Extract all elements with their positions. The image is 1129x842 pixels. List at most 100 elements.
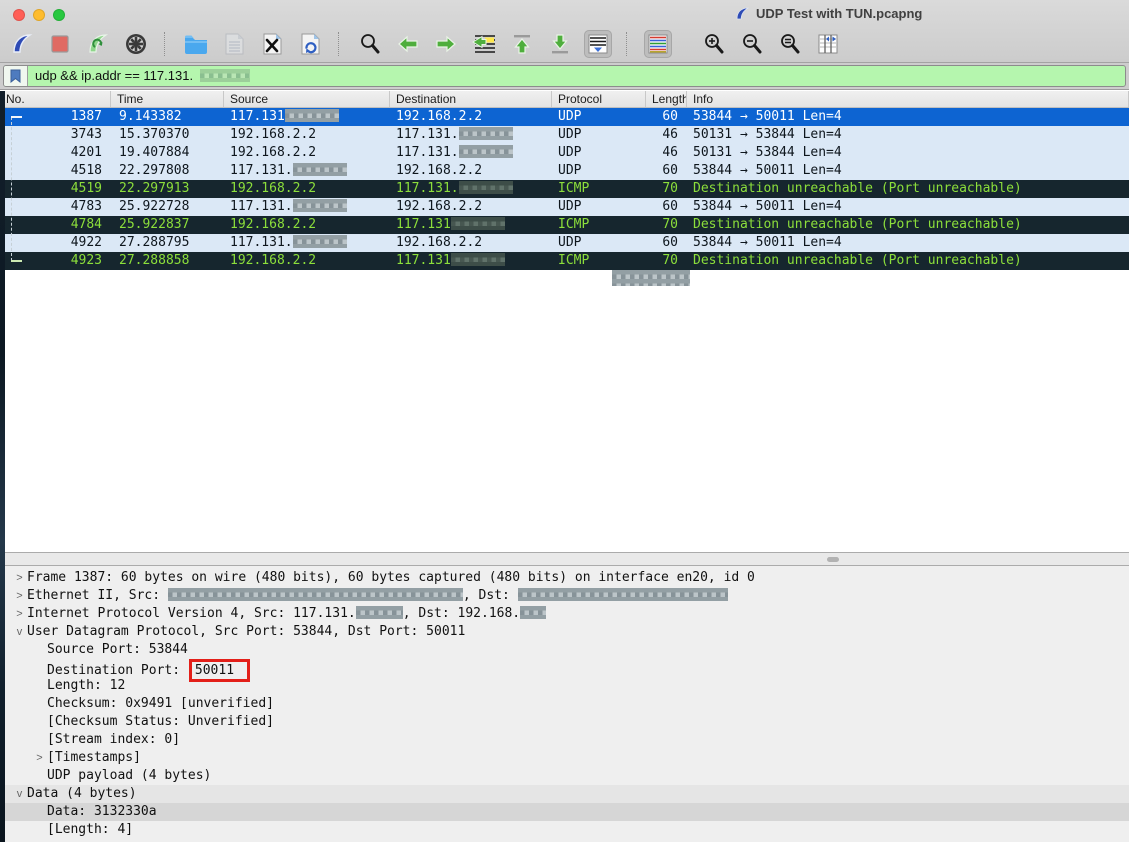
expand-chevron-icon[interactable]: v: [12, 785, 27, 803]
display-filter-input[interactable]: udp && ip.addr == 117.131.: [28, 66, 200, 86]
go-first-packet-button[interactable]: [508, 30, 536, 58]
packet-row[interactable]: 478325.922728117.131.192.168.2.2UDP60538…: [0, 198, 1129, 216]
go-to-packet-button[interactable]: [470, 30, 498, 58]
zoom-reset-button[interactable]: [776, 30, 804, 58]
detail-line[interactable]: Destination Port: 50011: [0, 659, 1129, 677]
cell-no: 4922: [0, 234, 111, 252]
related-packets-line: [11, 117, 12, 261]
cell-time: 15.370370: [111, 126, 224, 144]
detail-line[interactable]: >[Timestamps]: [0, 749, 1129, 767]
cell-time: 9.143382: [111, 108, 224, 126]
column-header-protocol[interactable]: Protocol: [552, 91, 646, 107]
detail-text: [Stream index: 0]: [47, 732, 180, 747]
expand-chevron-icon[interactable]: v: [12, 623, 27, 641]
go-back-button[interactable]: [394, 30, 422, 58]
detail-line[interactable]: [Checksum Status: Unverified]: [0, 713, 1129, 731]
cell-time: 27.288795: [111, 234, 224, 252]
go-forward-button[interactable]: [432, 30, 460, 58]
detail-text: UDP payload (4 bytes): [47, 768, 211, 783]
bookmark-icon: [10, 69, 21, 83]
redacted-ip-block: [451, 217, 505, 230]
redacted-ip-block: [293, 163, 347, 176]
detail-line[interactable]: Checksum: 0x9491 [unverified]: [0, 695, 1129, 713]
redacted-text-block: [168, 588, 463, 601]
packet-row[interactable]: 492327.288858192.168.2.2117.131ICMP70Des…: [0, 252, 1129, 270]
packet-row[interactable]: 478425.922837192.168.2.2117.131ICMP70Des…: [0, 216, 1129, 234]
minimize-window-button[interactable]: [33, 9, 45, 21]
cell-no: 4201: [0, 144, 111, 162]
column-header-no[interactable]: No.: [0, 91, 111, 107]
expand-chevron-icon[interactable]: >: [12, 605, 27, 623]
packet-details-pane: >Frame 1387: 60 bytes on wire (480 bits)…: [0, 566, 1129, 842]
zoom-window-button[interactable]: [53, 9, 65, 21]
cell-no: 3743: [0, 126, 111, 144]
cell-dst: 192.168.2.2: [390, 162, 552, 180]
detail-text: [Timestamps]: [47, 750, 141, 765]
cell-proto: UDP: [552, 108, 646, 126]
capture-options-button[interactable]: [122, 30, 150, 58]
detail-line[interactable]: vData (4 bytes): [0, 785, 1129, 803]
splitter-handle-icon[interactable]: [827, 557, 839, 562]
cell-no: 4784: [0, 216, 111, 234]
column-header-source[interactable]: Source: [224, 91, 390, 107]
find-packet-button[interactable]: [356, 30, 384, 58]
packet-row[interactable]: 451922.297913192.168.2.2117.131.ICMP70De…: [0, 180, 1129, 198]
desktop-edge-sliver: [0, 91, 5, 842]
pane-splitter[interactable]: [0, 552, 1129, 566]
zoom-out-button[interactable]: [738, 30, 766, 58]
detail-text: Ethernet II, Src:: [27, 588, 168, 603]
save-file-button[interactable]: [220, 30, 248, 58]
detail-line[interactable]: vUser Datagram Protocol, Src Port: 53844…: [0, 623, 1129, 641]
detail-line[interactable]: >Ethernet II, Src: , Dst:: [0, 587, 1129, 605]
cell-len: 46: [646, 126, 687, 144]
detail-line[interactable]: [Length: 4]: [0, 821, 1129, 839]
colorize-toggle[interactable]: [644, 30, 672, 58]
redacted-ip-block: [285, 109, 339, 122]
close-file-button[interactable]: [258, 30, 286, 58]
stop-capture-button[interactable]: [46, 30, 74, 58]
cell-dst: 117.131.: [390, 126, 552, 144]
auto-scroll-toggle[interactable]: [584, 30, 612, 58]
resize-columns-button[interactable]: [814, 30, 842, 58]
detail-line[interactable]: Source Port: 53844: [0, 641, 1129, 659]
filter-bookmark-button[interactable]: [4, 66, 28, 86]
expand-chevron-icon[interactable]: >: [12, 569, 27, 587]
cell-time: 19.407884: [111, 144, 224, 162]
redacted-ip-block: [451, 253, 505, 266]
cell-dst: 192.168.2.2: [390, 108, 552, 126]
stop-square-icon: [48, 32, 72, 56]
column-header-length[interactable]: Length: [646, 91, 687, 107]
detail-text: User Datagram Protocol, Src Port: 53844,…: [27, 624, 465, 639]
column-header-time[interactable]: Time: [111, 91, 224, 107]
packet-row[interactable]: 374315.370370192.168.2.2117.131.UDP46501…: [0, 126, 1129, 144]
detail-line[interactable]: UDP payload (4 bytes): [0, 767, 1129, 785]
cell-src: 117.131.: [224, 162, 390, 180]
column-header-info[interactable]: Info: [687, 91, 1129, 107]
packet-row[interactable]: 451822.297808117.131.192.168.2.2UDP60538…: [0, 162, 1129, 180]
expand-chevron-icon[interactable]: >: [12, 587, 27, 605]
detail-line[interactable]: >Frame 1387: 60 bytes on wire (480 bits)…: [0, 569, 1129, 587]
close-window-button[interactable]: [13, 9, 25, 21]
column-header-destination[interactable]: Destination: [390, 91, 552, 107]
cell-proto: UDP: [552, 234, 646, 252]
packet-row[interactable]: 13879.143382117.131192.168.2.2UDP6053844…: [0, 108, 1129, 126]
start-capture-button[interactable]: [8, 30, 36, 58]
display-filter-field[interactable]: udp && ip.addr == 117.131.: [3, 65, 1126, 87]
detail-line[interactable]: [Stream index: 0]: [0, 731, 1129, 749]
go-last-packet-button[interactable]: [546, 30, 574, 58]
expand-chevron-icon[interactable]: >: [32, 749, 47, 767]
open-file-button[interactable]: [182, 30, 210, 58]
cell-len: 70: [646, 216, 687, 234]
zoom-in-button[interactable]: [700, 30, 728, 58]
restart-capture-button[interactable]: [84, 30, 112, 58]
detail-line[interactable]: >Internet Protocol Version 4, Src: 117.1…: [0, 605, 1129, 623]
cell-proto: ICMP: [552, 216, 646, 234]
packet-row[interactable]: 492227.288795117.131.192.168.2.2UDP60538…: [0, 234, 1129, 252]
packet-row[interactable]: 420119.407884192.168.2.2117.131.UDP46501…: [0, 144, 1129, 162]
cell-no: 4518: [0, 162, 111, 180]
magnifier-icon: [358, 32, 382, 56]
detail-line[interactable]: Length: 12: [0, 677, 1129, 695]
reload-file-button[interactable]: [296, 30, 324, 58]
detail-line[interactable]: Data: 3132330a: [0, 803, 1129, 821]
packet-list-header: No.TimeSourceDestinationProtocolLengthIn…: [0, 91, 1129, 108]
